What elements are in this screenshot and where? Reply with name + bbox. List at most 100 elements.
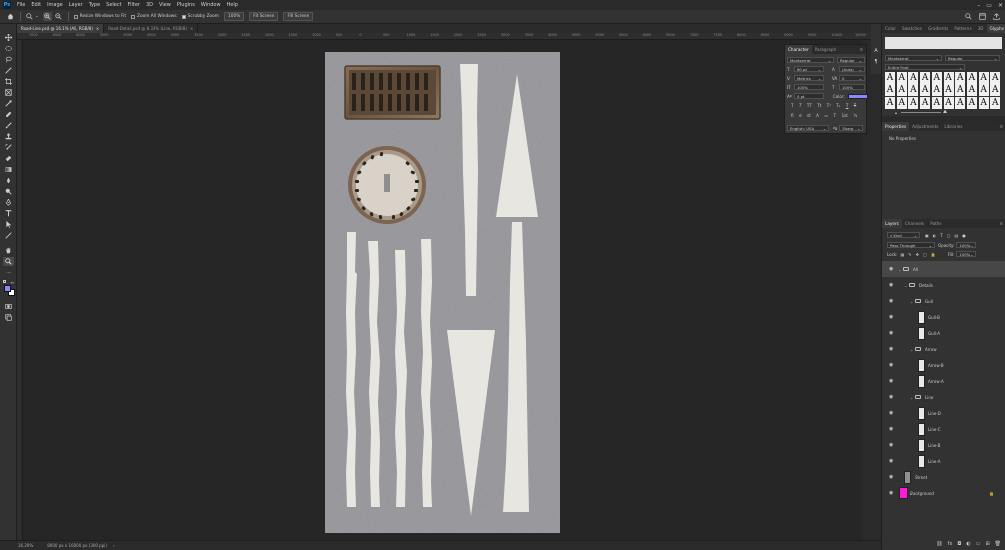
magic-wand-tool-icon[interactable] [3,66,14,75]
vertical-scale-field[interactable]: 100% [794,84,824,90]
collapse-chevron-icon[interactable]: ⌄ [904,283,907,288]
panel-menu-icon[interactable]: ≡ [999,221,1003,226]
glyph-cell[interactable]: A [920,84,931,97]
glyph-cell[interactable]: A [920,96,931,109]
zoom-tool-icon[interactable] [25,12,34,21]
healing-brush-tool-icon[interactable] [3,110,14,119]
zoom-in-icon[interactable] [42,12,52,21]
character-panel-icon[interactable]: A [872,47,880,55]
faux-italic-button[interactable]: T [799,103,801,108]
delete-layer-icon[interactable]: 🗑 [995,541,1001,547]
visibility-eye-icon[interactable]: ◉ [889,490,893,496]
adjustment-layer-icon[interactable]: ◐ [966,541,970,547]
tab-properties[interactable]: Properties [882,122,910,131]
glyph-cell[interactable]: A [931,84,942,97]
glyph-cell[interactable]: A [931,96,942,109]
visibility-eye-icon[interactable]: ◉ [889,346,893,352]
layer-style-icon[interactable]: fx [948,541,953,547]
glyph-cell[interactable]: A [931,72,942,84]
tool-preset-chevron-icon[interactable]: ⌄ [35,14,39,19]
all-caps-button[interactable]: TT [807,103,812,108]
dodge-tool-icon[interactable] [3,187,14,196]
menu-edit[interactable]: Edit [31,2,41,8]
glyph-cell[interactable]: A [966,72,977,84]
menu-select[interactable]: Select [106,2,121,8]
glyph-cell[interactable]: A [966,96,977,109]
glyph-cell[interactable]: A [908,72,919,84]
layer-row-street[interactable]: ◉ Street [882,469,1005,485]
glyph-cell[interactable]: A [990,72,1001,84]
glyph-cell[interactable]: A [943,84,954,97]
home-icon[interactable] [6,12,15,21]
layer-row-all[interactable]: ◉ ⌄ All [882,261,1005,277]
language-dropdown[interactable]: English: USA ⌄ [787,125,829,131]
frame-tool-icon[interactable] [3,88,14,97]
strikethrough-button[interactable]: T [854,103,856,108]
scrubby-zoom-checkbox[interactable]: Scrubby Zoom [181,14,219,19]
lock-position-icon[interactable]: ✥ [916,252,919,257]
link-layers-icon[interactable]: ⛓ [936,541,942,547]
layer-row-arrow-a[interactable]: ◉ Arrow-A [882,373,1005,389]
move-tool-icon[interactable] [3,33,14,42]
leading-field[interactable]: (Auto) ⌄ [839,66,865,72]
zoom-level[interactable]: 16.29% [18,543,33,548]
glyph-size-slider[interactable]: ▴ ⛰ [887,109,1001,115]
glyph-cell[interactable]: A [990,84,1001,97]
type-tool-icon[interactable] [3,209,14,218]
glyph-style-dropdown[interactable]: Regular ⌄ [945,55,1000,61]
shape-filter-icon[interactable]: ▢ [947,233,951,238]
visibility-eye-icon[interactable]: ◉ [889,426,893,432]
visibility-eye-icon[interactable]: ◉ [889,282,893,288]
close-icon[interactable]: × [96,26,99,31]
glyph-cell[interactable]: A [966,84,977,97]
underline-button[interactable]: T [846,103,848,108]
small-caps-button[interactable]: Tt [817,103,821,108]
opacity-field[interactable]: 100% ⌄ [956,242,977,248]
lock-artboard-icon[interactable]: ▢ [923,252,927,257]
quick-mask-icon[interactable] [3,302,14,311]
visibility-eye-icon[interactable]: ◉ [889,458,893,464]
glyph-cell[interactable]: A [955,96,966,109]
glyph-cell[interactable]: A [943,96,954,109]
history-brush-tool-icon[interactable] [3,143,14,152]
menu-plugins[interactable]: Plugins [177,2,195,8]
tab-patterns[interactable]: Patterns [951,24,974,33]
half-button[interactable]: ½ [853,113,857,118]
visibility-eye-icon[interactable]: ◉ [889,474,893,480]
menu-layer[interactable]: Layer [69,2,83,8]
glyph-font-dropdown[interactable]: Montserrat ⌄ [885,55,942,61]
tab-color[interactable]: Color [882,24,899,33]
path-selection-tool-icon[interactable] [3,220,14,229]
ordinals-button[interactable]: T [834,113,836,118]
old-style-button[interactable]: ơ [799,113,801,118]
menu-filter[interactable]: Filter [128,2,140,8]
visibility-eye-icon[interactable]: ◉ [889,298,893,304]
layer-row-arrow-b[interactable]: ◉ Arrow-B [882,357,1005,373]
layer-row-gull[interactable]: ◉ ⌄ Gull [882,293,1005,309]
menu-help[interactable]: Help [227,2,238,8]
fractions-button[interactable]: 1st [842,113,848,118]
layer-row-arrow[interactable]: ◉ ⌄ Arrow [882,341,1005,357]
glyph-cell[interactable]: A [920,72,931,84]
glyph-cell[interactable]: A [896,72,907,84]
font-family-dropdown[interactable]: Montserrat ⌄ [787,57,834,63]
blur-tool-icon[interactable] [3,176,14,185]
hand-tool-icon[interactable] [3,246,14,255]
brush-tool-icon[interactable] [3,121,14,130]
search-icon[interactable] [964,12,973,21]
foreground-color-swatch[interactable] [4,285,11,292]
layer-filter-dropdown[interactable]: ⌕ Kind ⌄ [887,232,920,238]
lock-pixels-icon[interactable]: ✎ [908,252,911,257]
maximize-icon[interactable]: ▭ [986,2,992,9]
glyph-cell[interactable]: A [978,84,989,97]
antialias-dropdown[interactable]: Sharp ⌄ [839,125,864,131]
glyph-cell[interactable]: A [885,84,895,97]
zoom-tool-icon[interactable] [3,257,14,266]
gradient-tool-icon[interactable] [3,165,14,174]
adjustment-filter-icon[interactable]: ◐ [933,233,937,238]
filter-toggle-icon[interactable]: ● [962,233,966,238]
shape-tool-icon[interactable] [3,231,14,240]
horizontal-ruler[interactable]: 7000 6500 6000 5500 5000 4500 4000 3500 3000 2500… [17,33,881,40]
glyph-cell[interactable]: A [885,72,895,84]
glyph-cell[interactable]: A [978,96,989,109]
